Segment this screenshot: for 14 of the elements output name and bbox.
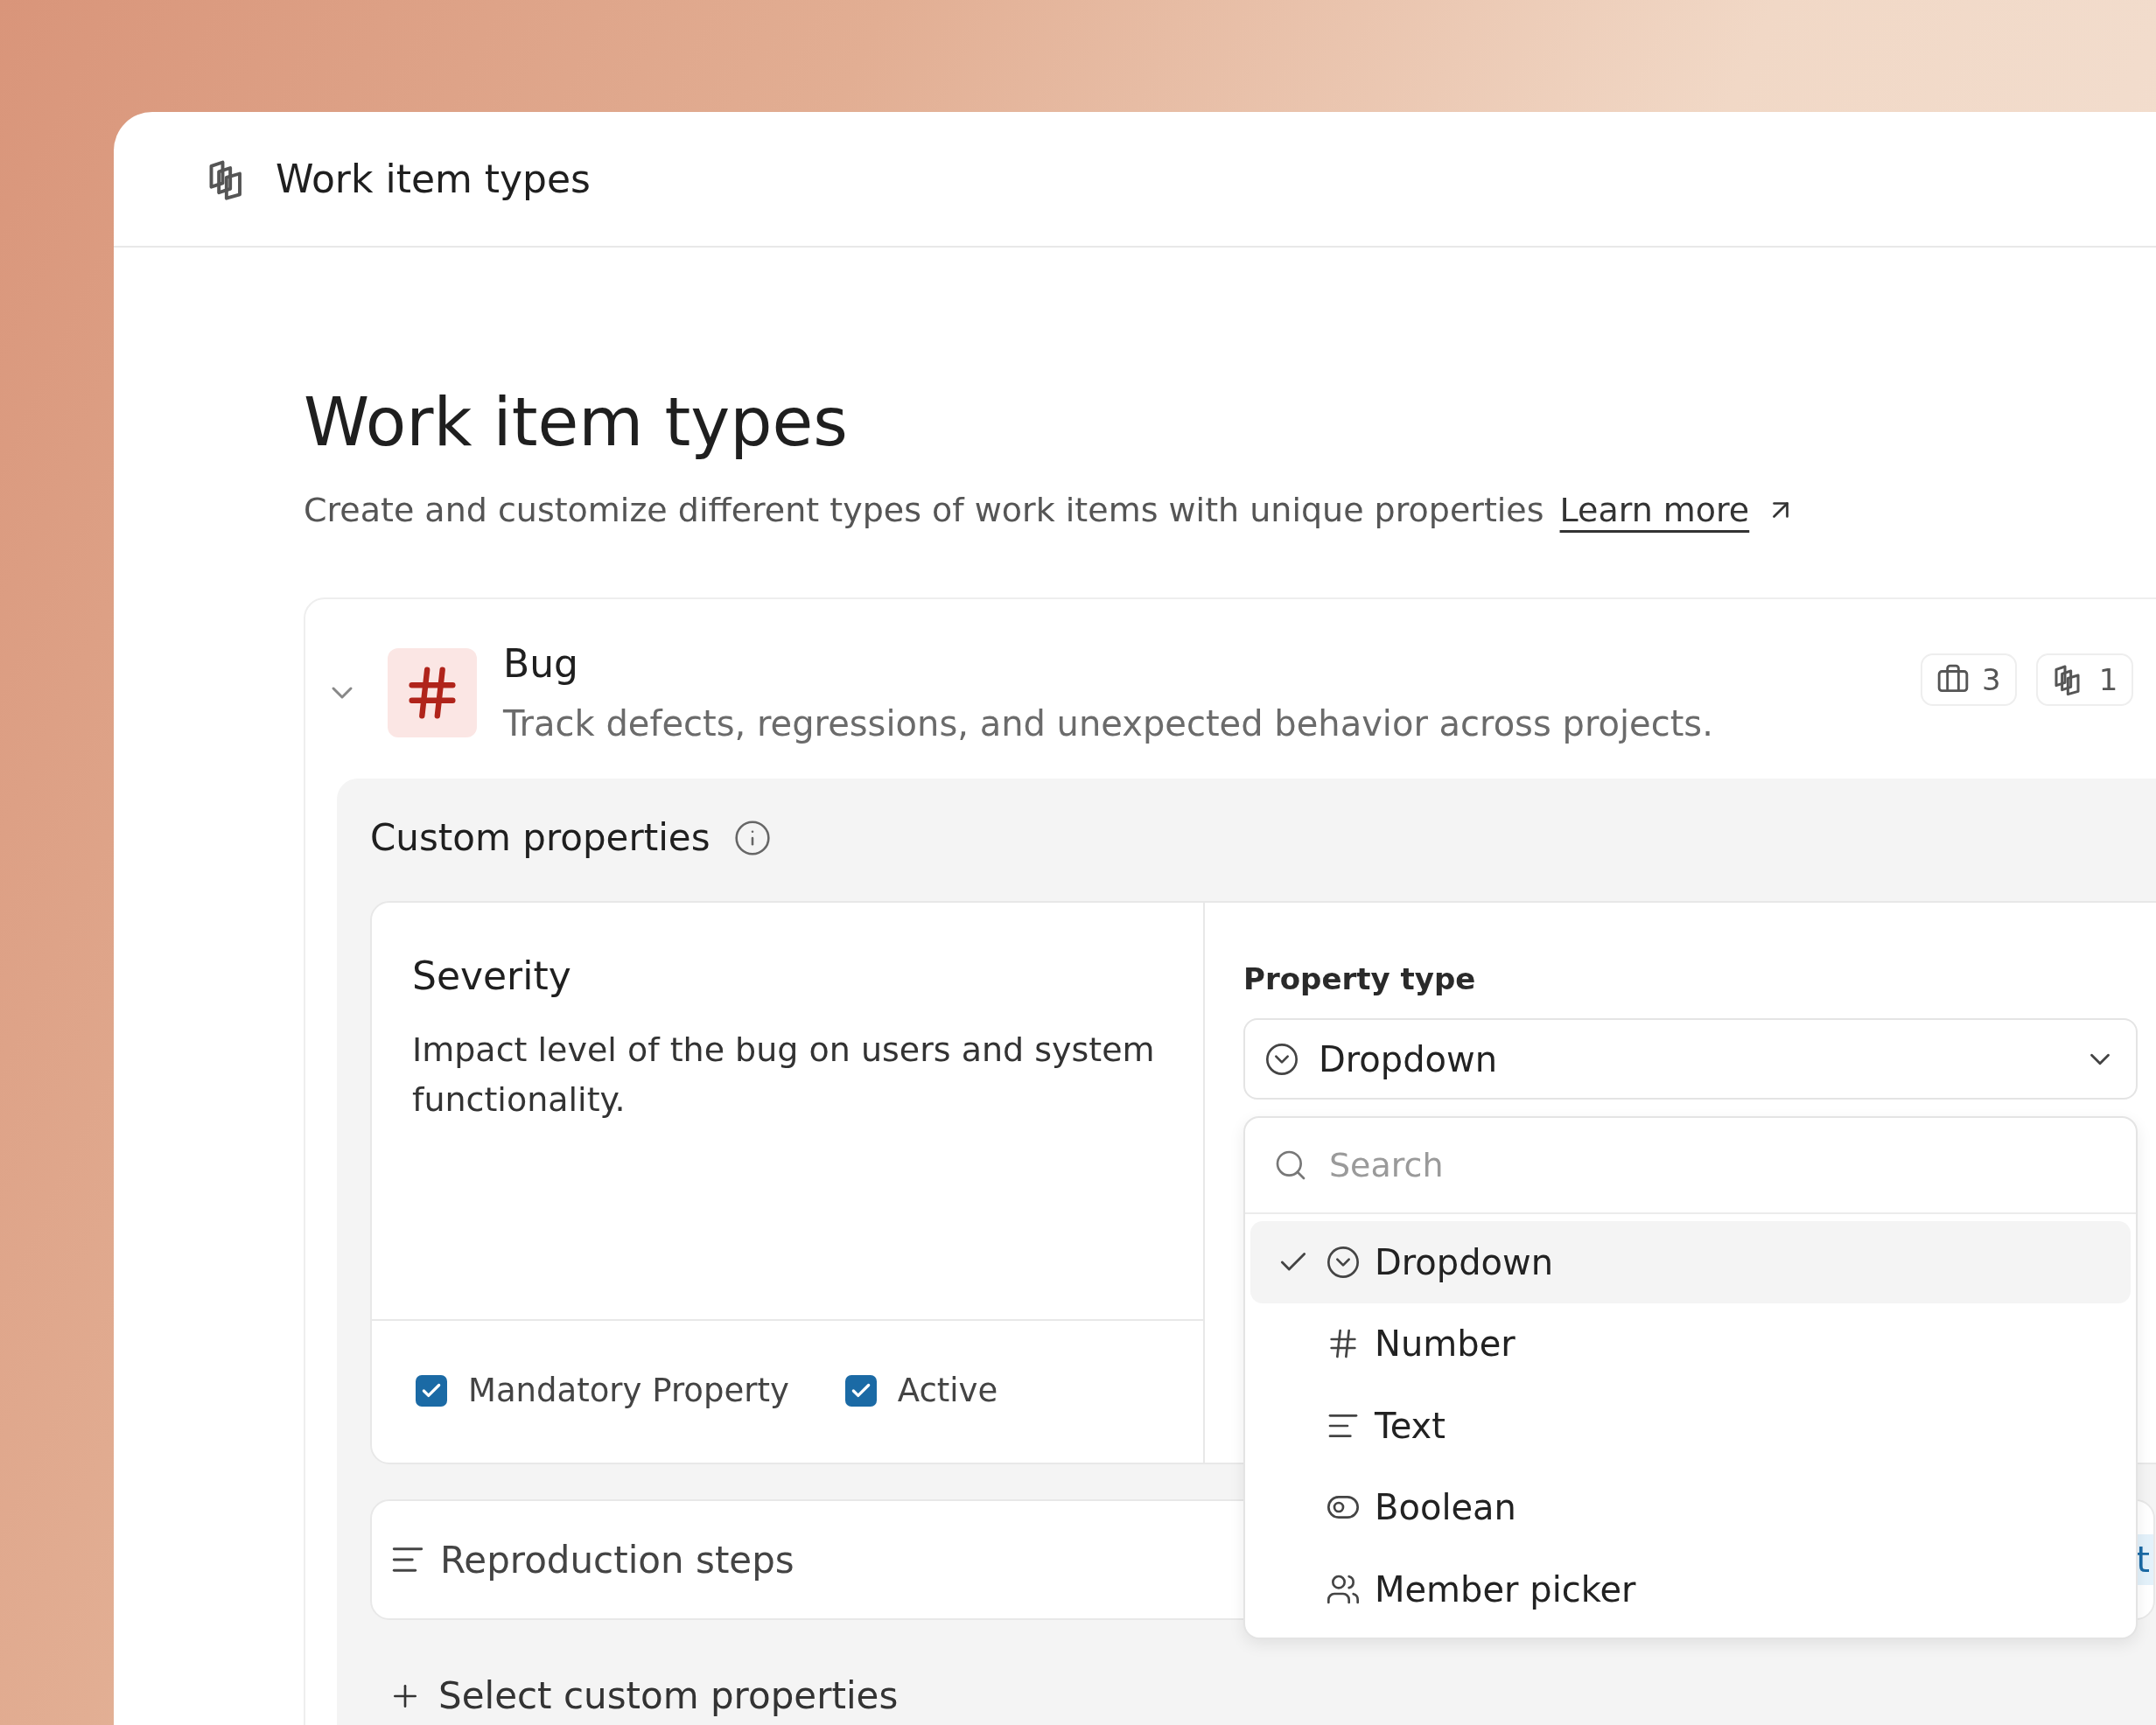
type-description: Track defects, regressions, and unexpected behavior across projects.	[503, 703, 1714, 744]
section-title: Custom properties	[370, 815, 710, 861]
checkbox-label: Mandatory Property	[468, 1372, 789, 1409]
count-badge: 1	[2035, 653, 2134, 706]
checkbox-label: Active	[897, 1372, 998, 1409]
property-name: Severity	[412, 953, 572, 1000]
page-description: Create and customize different types of work items with unique properties	[304, 490, 1544, 531]
property-description: Impact level of the bug on users and system functionality.	[412, 1030, 1156, 1121]
count-badge: 3	[1921, 653, 2017, 706]
field-label: Property type	[1243, 960, 1477, 998]
property-name: Reproduction steps	[440, 1538, 795, 1582]
type-name: Bug	[503, 641, 579, 686]
page-title: Work item types	[304, 382, 849, 463]
header-title: Work item types	[276, 157, 591, 201]
